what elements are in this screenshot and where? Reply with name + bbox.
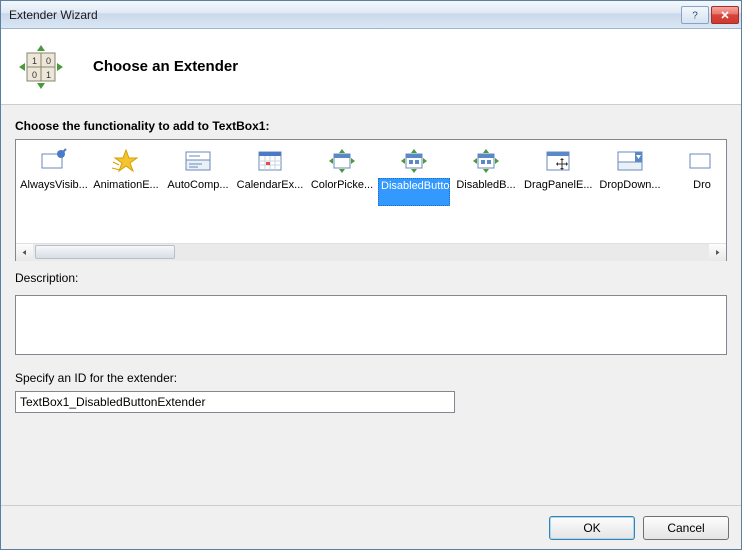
list-item[interactable]: Dro <box>666 144 726 243</box>
extender-wizard-dialog: Extender Wizard ? 1 0 <box>0 0 742 550</box>
header-icon: 1 0 0 1 <box>17 43 65 91</box>
ok-button[interactable]: OK <box>549 516 635 540</box>
list-item[interactable]: ColorPicke... <box>306 144 378 243</box>
extender-icon <box>396 146 432 176</box>
extender-icon <box>684 146 720 176</box>
extender-id-input[interactable] <box>15 391 455 413</box>
description-label: Description: <box>15 271 727 285</box>
extender-icon <box>180 146 216 176</box>
list-item[interactable]: DragPanelE... <box>522 144 594 243</box>
list-item[interactable]: DisabledButtonExtender <box>378 144 450 243</box>
help-icon: ? <box>690 10 700 20</box>
extender-icon <box>612 146 648 176</box>
scroll-right-arrow[interactable] <box>709 244 726 261</box>
choose-prompt: Choose the functionality to add to TextB… <box>15 119 727 133</box>
list-item[interactable]: DisabledB... <box>450 144 522 243</box>
svg-text:0: 0 <box>32 70 37 80</box>
dialog-footer: OK Cancel <box>1 505 741 549</box>
extender-list[interactable]: AlwaysVisib...AnimationE...AutoComp...Ca… <box>15 139 727 261</box>
titlebar: Extender Wizard ? <box>1 1 741 29</box>
description-box <box>15 295 727 355</box>
scroll-thumb[interactable] <box>35 245 175 259</box>
help-button[interactable]: ? <box>681 6 709 24</box>
scroll-track[interactable] <box>33 244 709 261</box>
list-item-label: AnimationE... <box>90 178 162 206</box>
window-title: Extender Wizard <box>9 8 679 22</box>
cancel-button[interactable]: Cancel <box>643 516 729 540</box>
list-item[interactable]: CalendarEx... <box>234 144 306 243</box>
extender-icon <box>252 146 288 176</box>
dialog-body: Choose the functionality to add to TextB… <box>1 105 741 505</box>
close-icon <box>720 10 730 20</box>
id-label: Specify an ID for the extender: <box>15 371 727 385</box>
list-item[interactable]: DropDown... <box>594 144 666 243</box>
svg-text:0: 0 <box>46 56 51 66</box>
svg-text:1: 1 <box>32 56 37 66</box>
list-item-label: CalendarEx... <box>234 178 306 206</box>
list-item-label: Dro <box>666 178 726 206</box>
header-panel: 1 0 0 1 Choose an Extender <box>1 29 741 105</box>
list-item-label: DropDown... <box>594 178 666 206</box>
header-title: Choose an Extender <box>93 58 238 75</box>
list-item-label: ColorPicke... <box>306 178 378 206</box>
list-item-label: DragPanelE... <box>522 178 594 206</box>
list-item[interactable]: AlwaysVisib... <box>18 144 90 243</box>
close-button[interactable] <box>711 6 739 24</box>
list-item-label: DisabledButtonExtender <box>378 178 450 206</box>
extender-icon <box>108 146 144 176</box>
extender-icon <box>468 146 504 176</box>
svg-text:1: 1 <box>46 70 51 80</box>
extender-icon <box>324 146 360 176</box>
list-item-label: AlwaysVisib... <box>18 178 90 206</box>
list-item[interactable]: AutoComp... <box>162 144 234 243</box>
list-item[interactable]: AnimationE... <box>90 144 162 243</box>
scroll-left-arrow[interactable] <box>16 244 33 261</box>
list-item-label: DisabledB... <box>450 178 522 206</box>
svg-text:?: ? <box>692 10 698 20</box>
list-item-label: AutoComp... <box>162 178 234 206</box>
extender-icon <box>36 146 72 176</box>
horizontal-scrollbar[interactable] <box>16 243 726 260</box>
extender-icon <box>540 146 576 176</box>
